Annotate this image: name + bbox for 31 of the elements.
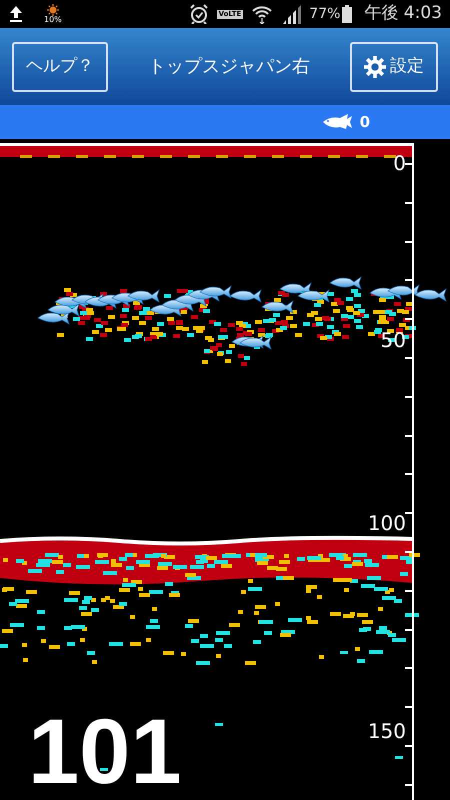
alarm-icon [188, 4, 209, 24]
sun-icon [46, 4, 59, 16]
fish-icon [280, 282, 312, 296]
fish-icon [48, 304, 80, 316]
fish-icon [322, 113, 352, 131]
fish-icon [38, 312, 70, 324]
fish-count: 0 [360, 112, 370, 133]
fish-icon [128, 290, 160, 302]
depth-label: 0 [393, 153, 406, 173]
depth-label: 100 [368, 513, 406, 533]
fish-icon [414, 288, 446, 302]
clock: 午後 4:03 [364, 2, 442, 26]
depth-reading: 101 [28, 706, 182, 798]
settings-button[interactable]: 設定 [350, 42, 438, 92]
signal-icon [281, 4, 302, 24]
fish-icon [298, 290, 330, 302]
battery-level: 77% [309, 4, 340, 24]
help-button[interactable]: ヘルプ？ [12, 42, 108, 92]
wifi-icon [251, 4, 274, 24]
fish-icon [388, 284, 420, 298]
app-title: トップスジャパン右 [147, 55, 311, 79]
fish-icon [262, 300, 294, 314]
fish-icon [200, 286, 232, 298]
fish-icon [330, 276, 362, 290]
upload-icon [8, 5, 24, 23]
battery-icon [342, 5, 352, 23]
battery-saver-level: 10% [44, 16, 62, 24]
depth-label: 150 [368, 721, 406, 741]
depth-label: 50 [380, 330, 406, 350]
fish-icon [230, 290, 262, 302]
fish-icon [240, 336, 272, 350]
